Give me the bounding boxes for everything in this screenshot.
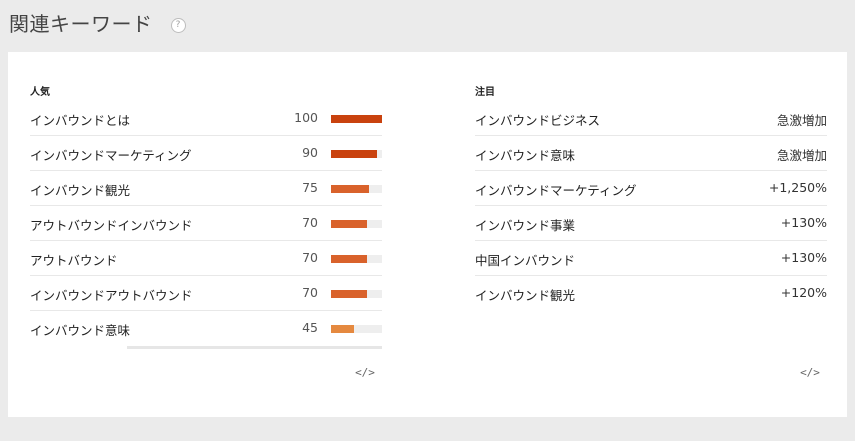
related-keywords-card: 人気 インバウンドとは 100 インバウンドマーケティング 90 インバウンド観光 75 ア… [8, 52, 847, 417]
interest-value: 70 [302, 250, 318, 265]
change-value: +130% [780, 215, 827, 230]
list-item[interactable]: インバウンドビジネス 急激増加 [475, 101, 827, 136]
interest-bar-fill [331, 220, 367, 228]
interest-value: 100 [294, 110, 318, 125]
interest-value: 75 [302, 180, 318, 195]
keyword-label[interactable]: インバウンドアウトバウンド [30, 285, 193, 304]
interest-bar [331, 150, 382, 158]
list-item[interactable]: インバウンドマーケティング 90 [30, 136, 382, 171]
interest-value: 70 [302, 215, 318, 230]
interest-bar [331, 290, 382, 298]
interest-bar-fill [331, 255, 367, 263]
interest-bar-fill [331, 290, 367, 298]
rising-list: インバウンドビジネス 急激増加 インバウンド意味 急激増加 インバウンドマーケティング +… [475, 101, 827, 310]
popular-heading: 人気 [30, 87, 50, 98]
change-value: +130% [780, 250, 827, 265]
list-item[interactable]: インバウンド意味 急激増加 [475, 136, 827, 171]
keyword-label[interactable]: インバウンド観光 [30, 180, 130, 199]
list-item[interactable]: アウトバウンド 70 [30, 241, 382, 276]
keyword-label[interactable]: アウトバウンドインバウンド [30, 215, 193, 234]
list-item[interactable]: インバウンドアウトバウンド 70 [30, 276, 382, 311]
popular-list: インバウンドとは 100 インバウンドマーケティング 90 インバウンド観光 75 アウトバ… [30, 101, 382, 345]
list-item[interactable]: インバウンド観光 75 [30, 171, 382, 206]
keyword-label[interactable]: インバウンドマーケティング [30, 145, 192, 164]
embed-code-icon[interactable]: </> [800, 366, 820, 380]
interest-bar [331, 255, 382, 263]
interest-bar-fill [331, 185, 370, 193]
interest-bar-fill [331, 150, 377, 158]
interest-bar [331, 220, 382, 228]
interest-bar [331, 325, 382, 333]
keyword-label[interactable]: インバウンド意味 [475, 145, 575, 164]
list-item[interactable]: インバウンドマーケティング +1,250% [475, 171, 827, 206]
keyword-label[interactable]: 中国インバウンド [475, 250, 575, 269]
change-value: 急激増加 [776, 113, 827, 128]
interest-value: 45 [302, 320, 318, 335]
section-header: 関連キーワード ? [9, 8, 186, 37]
keyword-label[interactable]: インバウンドビジネス [475, 110, 600, 129]
list-item[interactable]: 中国インバウンド +130% [475, 241, 827, 276]
keyword-label[interactable]: インバウンドマーケティング [475, 180, 637, 199]
section-title: 関連キーワード [9, 12, 153, 36]
interest-value: 90 [302, 145, 318, 160]
change-value: +120% [780, 285, 827, 300]
scroll-indicator[interactable] [127, 346, 382, 349]
list-item[interactable]: インバウンドとは 100 [30, 101, 382, 136]
change-value: 急激増加 [776, 148, 827, 163]
interest-bar-fill [331, 115, 382, 123]
keyword-label[interactable]: インバウンド事業 [475, 215, 575, 234]
keyword-label[interactable]: インバウンドとは [30, 110, 130, 129]
list-item[interactable]: インバウンド観光 +120% [475, 276, 827, 310]
embed-code-icon[interactable]: </> [355, 366, 375, 380]
interest-value: 70 [302, 285, 318, 300]
keyword-label[interactable]: アウトバウンド [30, 250, 118, 269]
list-item[interactable]: インバウンド意味 45 [30, 311, 382, 345]
keyword-label[interactable]: インバウンド観光 [475, 285, 575, 304]
keyword-label[interactable]: インバウンド意味 [30, 320, 130, 339]
interest-bar [331, 115, 382, 123]
interest-bar [331, 185, 382, 193]
help-icon[interactable]: ? [170, 18, 186, 33]
change-value: +1,250% [768, 180, 827, 195]
list-item[interactable]: インバウンド事業 +130% [475, 206, 827, 241]
interest-bar-fill [331, 325, 354, 333]
rising-heading: 注目 [475, 87, 495, 98]
list-item[interactable]: アウトバウンドインバウンド 70 [30, 206, 382, 241]
